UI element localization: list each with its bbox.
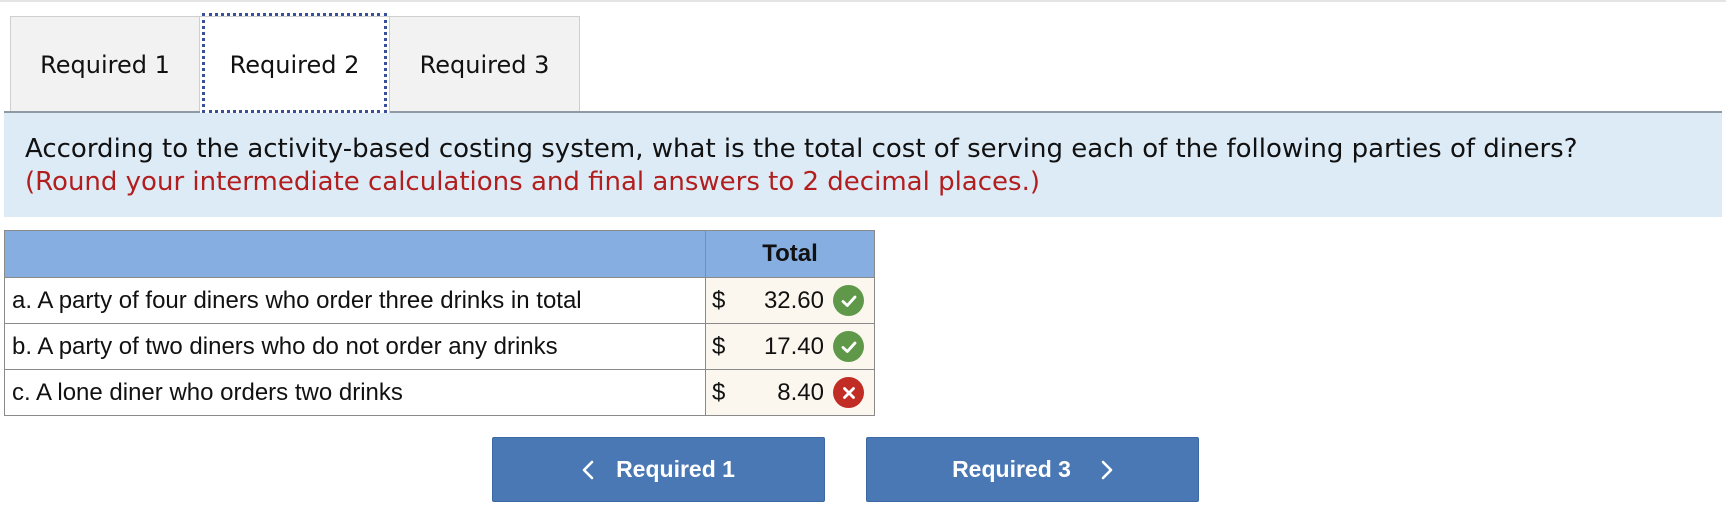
answer-value[interactable]: 8.40	[734, 379, 833, 407]
table-row: a. A party of four diners who order thre…	[4, 277, 875, 324]
top-divider	[0, 0, 1726, 2]
tab-required-2[interactable]: Required 2	[200, 13, 390, 113]
x-circle-icon	[833, 377, 864, 408]
currency-symbol: $	[712, 286, 726, 314]
row-label: a. A party of four diners who order thre…	[4, 277, 706, 324]
table-row: b. A party of two diners who do not orde…	[4, 323, 875, 370]
row-label: c. A lone diner who orders two drinks	[4, 369, 706, 416]
answer-table: Total a. A party of four diners who orde…	[4, 230, 875, 416]
tab-required-3[interactable]: Required 3	[390, 16, 580, 112]
chevron-right-icon	[1101, 460, 1113, 480]
currency-symbol: $	[712, 332, 726, 360]
tab-label: Required 3	[419, 50, 550, 79]
chevron-left-icon	[582, 460, 594, 480]
check-circle-icon	[833, 285, 864, 316]
next-button-label: Required 3	[952, 456, 1071, 482]
check-circle-icon	[833, 331, 864, 362]
tab-label: Required 2	[229, 51, 360, 79]
answer-cell[interactable]: $ 32.60	[705, 277, 875, 324]
rounding-note: (Round your intermediate calculations an…	[25, 167, 1040, 197]
question-panel: According to the activity-based costing …	[4, 113, 1722, 217]
currency-symbol: $	[712, 378, 726, 406]
answer-cell[interactable]: $ 8.40	[705, 369, 875, 416]
table-header-row: Total	[4, 230, 875, 278]
tab-label: Required 1	[40, 50, 170, 79]
answer-cell[interactable]: $ 17.40	[705, 323, 875, 370]
previous-required-button[interactable]: Required 1	[492, 437, 825, 502]
previous-button-label: Required 1	[616, 456, 735, 482]
answer-value[interactable]: 17.40	[734, 333, 833, 361]
next-required-button[interactable]: Required 3	[866, 437, 1199, 502]
table-row: c. A lone diner who orders two drinks $ …	[4, 369, 875, 416]
answer-value[interactable]: 32.60	[734, 287, 833, 315]
label-column-header	[4, 230, 706, 278]
total-column-header: Total	[705, 230, 875, 278]
row-label: b. A party of two diners who do not orde…	[4, 323, 706, 370]
tab-bar: Required 1 Required 2 Required 3	[10, 13, 580, 113]
tab-required-1[interactable]: Required 1	[10, 16, 200, 112]
question-prompt: According to the activity-based costing …	[25, 134, 1578, 164]
